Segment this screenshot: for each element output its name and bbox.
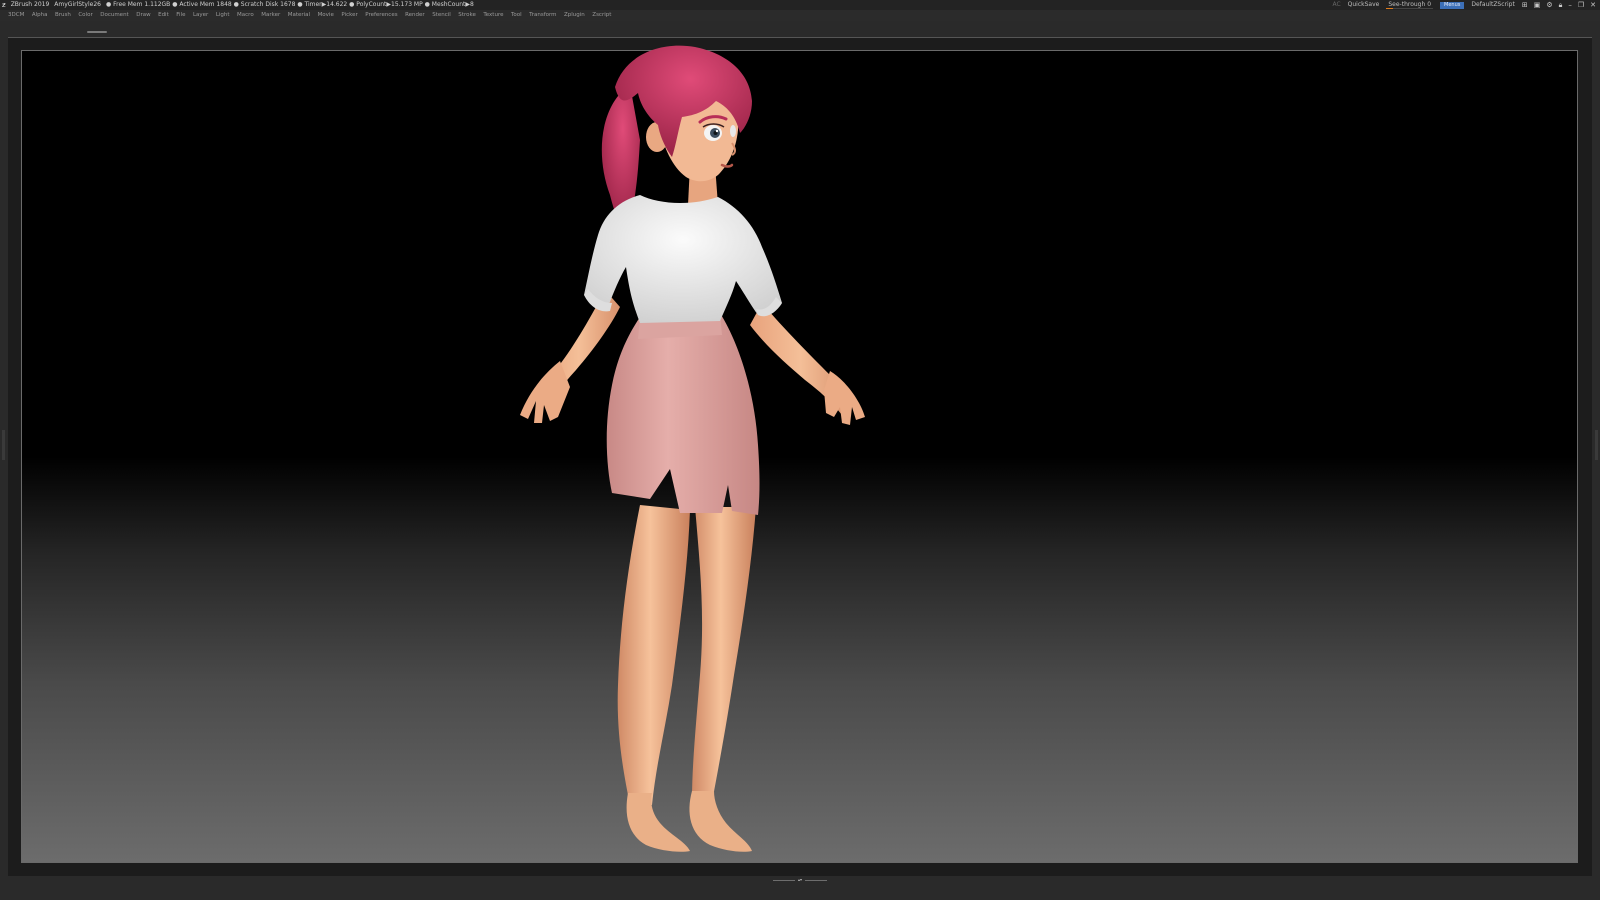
menu-item-brush[interactable]: Brush	[55, 10, 71, 21]
menu-bar: 3DCM Alpha Brush Color Document Draw Edit File L…	[0, 10, 1600, 21]
shelf-drag-handle[interactable]	[87, 31, 107, 33]
window-icon[interactable]: ▣	[1534, 0, 1541, 10]
see-through-value: 0	[1427, 1, 1432, 8]
menu-item-color[interactable]: Color	[78, 10, 92, 21]
menu-item-macro[interactable]: Macro	[237, 10, 254, 21]
menu-item-preferences[interactable]: Preferences	[365, 10, 397, 21]
menu-item-layer[interactable]: Layer	[193, 10, 208, 21]
eye-far	[730, 125, 736, 137]
menu-item-marker[interactable]: Marker	[261, 10, 280, 21]
menu-item-stroke[interactable]: Stroke	[458, 10, 476, 21]
menu-item-picker[interactable]: Picker	[341, 10, 357, 21]
right-tray-tab[interactable]	[1595, 430, 1598, 460]
menu-item-material[interactable]: Material	[288, 10, 310, 21]
mouth	[720, 163, 734, 168]
minimize-icon[interactable]: –	[1568, 0, 1572, 10]
close-icon[interactable]: ✕	[1590, 0, 1596, 10]
eye-highlight	[715, 129, 719, 133]
bottom-tray-handle[interactable]: ▴▾	[773, 877, 828, 882]
menu-item-texture[interactable]: Texture	[483, 10, 503, 21]
menu-item-alpha[interactable]: Alpha	[32, 10, 48, 21]
restore-icon[interactable]: ❐	[1578, 0, 1584, 10]
memory-stats: ● Free Mem 1.112GB ● Active Mem 1848 ● S…	[105, 1, 474, 8]
see-through-label: See-through	[1388, 1, 1426, 8]
lock-icon[interactable]: 🔒︎	[1559, 0, 1563, 10]
menu-item-light[interactable]: Light	[216, 10, 230, 21]
menus-button[interactable]: Menus	[1440, 1, 1465, 9]
menu-item-zplugin[interactable]: Zplugin	[564, 10, 585, 21]
menu-item-3dcm[interactable]: 3DCM	[8, 10, 24, 21]
menu-item-zscript[interactable]: Zscript	[592, 10, 611, 21]
see-through-slider[interactable]: See-through 0	[1386, 0, 1434, 10]
menu-item-draw[interactable]: Draw	[136, 10, 150, 21]
skirt	[606, 313, 760, 515]
menu-item-render[interactable]: Render	[405, 10, 425, 21]
leg-right	[692, 507, 756, 802]
leg-left	[617, 505, 690, 805]
quicksave-button[interactable]: QuickSave	[1348, 0, 1380, 10]
menu-item-edit[interactable]: Edit	[158, 10, 169, 21]
menu-list: 3DCM Alpha Brush Color Document Draw Edit File L…	[0, 10, 1600, 21]
character-model[interactable]	[500, 45, 880, 875]
hand-right	[824, 371, 865, 425]
foot-left	[626, 793, 690, 852]
menu-item-file[interactable]: File	[176, 10, 185, 21]
interface-icon[interactable]: ⚙	[1546, 0, 1552, 10]
document-title: AmyGirlStyle26	[54, 1, 101, 8]
left-tray-tab[interactable]	[2, 430, 5, 460]
menu-item-movie[interactable]: Movie	[318, 10, 334, 21]
foot-right	[689, 791, 752, 852]
menu-item-stencil[interactable]: Stencil	[432, 10, 451, 21]
layout-icon[interactable]: ⊞	[1522, 0, 1528, 10]
default-zscript-button[interactable]: DefaultZScript	[1471, 0, 1514, 10]
hand-left	[520, 361, 570, 423]
app-title: ZBrush 2019	[10, 1, 50, 8]
menu-item-document[interactable]: Document	[100, 10, 129, 21]
top-shelf	[0, 21, 1600, 37]
expand-arrows-icon: ▴▾	[798, 877, 803, 882]
see-through-fill	[1386, 8, 1394, 9]
menu-item-transform[interactable]: Transform	[529, 10, 556, 21]
zbrush-logo-icon[interactable]: ƶ	[2, 0, 6, 10]
title-bar: ƶ ZBrush 2019 AmyGirlStyle26 ● Free Mem …	[0, 0, 1600, 10]
menu-item-tool[interactable]: Tool	[511, 10, 522, 21]
ac-toggle[interactable]: AC	[1332, 0, 1340, 10]
